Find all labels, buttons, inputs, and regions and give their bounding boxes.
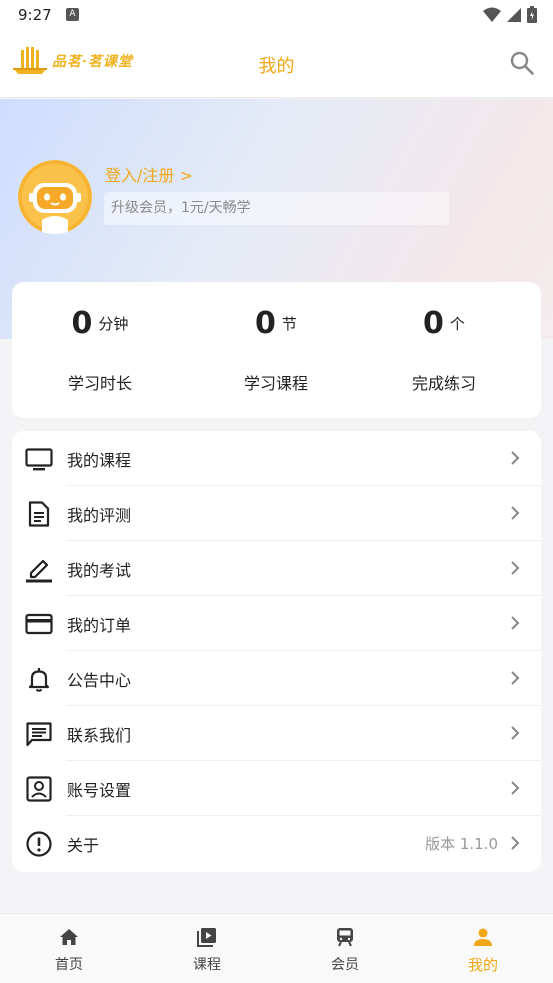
menu-item-label: 公告中心 <box>67 671 132 690</box>
chevron-right-icon <box>511 671 520 685</box>
menu-item-label: 我的评测 <box>67 506 132 525</box>
stat-unit: 节 <box>281 315 297 333</box>
tab-courses[interactable]: 课程 <box>138 914 276 983</box>
tv-icon <box>25 448 53 471</box>
app-header: 品茗·茗课堂 我的 <box>0 30 553 98</box>
wifi-icon <box>483 7 501 22</box>
chevron-right-icon <box>511 451 520 465</box>
chat-icon <box>26 722 52 747</box>
stat-study-courses: 0节 学习课程 <box>188 282 364 418</box>
robot-avatar-icon <box>18 160 92 234</box>
page-title: 我的 <box>258 56 295 77</box>
menu-item-announcements[interactable]: 公告中心 <box>12 651 541 706</box>
person-icon <box>474 928 492 946</box>
menu-item-label: 我的课程 <box>67 451 132 470</box>
search-icon[interactable] <box>509 50 535 76</box>
chevron-right-icon <box>511 836 520 850</box>
signal-icon <box>507 7 521 22</box>
battery-icon <box>527 6 537 23</box>
bottom-tab-bar: 首页 课程 会员 我的 <box>0 913 553 983</box>
stat-unit: 个 <box>449 315 465 333</box>
menu-item-label: 我的订单 <box>67 616 132 635</box>
stat-study-duration: 0 分钟 学习时长 <box>12 282 188 418</box>
tab-label: 我的 <box>467 956 498 974</box>
chevron-right-icon <box>511 616 520 630</box>
menu-list: 我的课程 我的评测 我的考试 我的订单 公告中心 联系我们 账号设置 关于 版本… <box>12 431 541 872</box>
menu-item-my-exams[interactable]: 我的考试 <box>12 541 541 596</box>
stats-card: 0 分钟 学习时长 0节 学习课程 0个 完成练习 <box>12 282 541 418</box>
chevron-right-icon <box>511 781 520 795</box>
stat-unit: 分钟 <box>98 315 129 333</box>
vip-train-icon <box>337 928 353 947</box>
menu-item-about[interactable]: 关于 版本 1.1.0 <box>12 816 541 871</box>
stat-completed-exercises: 0个 完成练习 <box>356 282 532 418</box>
chevron-right-icon <box>511 561 520 575</box>
menu-item-account-settings[interactable]: 账号设置 <box>12 761 541 816</box>
avatar[interactable] <box>18 160 92 234</box>
tab-label: 会员 <box>331 957 359 973</box>
stat-value: 0 <box>71 306 93 341</box>
menu-item-my-courses[interactable]: 我的课程 <box>12 431 541 486</box>
menu-item-label: 联系我们 <box>67 726 132 745</box>
status-time: 9:27 <box>18 6 52 24</box>
menu-item-label: 关于 <box>67 836 100 855</box>
tab-label: 首页 <box>55 957 83 973</box>
home-icon <box>60 929 78 945</box>
info-icon <box>26 831 52 857</box>
menu-item-label: 我的考试 <box>67 561 132 580</box>
account-box-icon <box>26 776 52 802</box>
tab-mine[interactable]: 我的 <box>414 914 552 983</box>
menu-item-contact-us[interactable]: 联系我们 <box>12 706 541 761</box>
video-library-icon <box>197 928 216 947</box>
document-icon <box>28 501 50 527</box>
stat-label: 学习课程 <box>243 374 308 393</box>
status-icons <box>483 6 537 23</box>
stat-label: 完成练习 <box>411 374 476 393</box>
notification-icon: A <box>66 8 79 21</box>
stat-value: 0 <box>255 306 276 341</box>
tab-label: 课程 <box>193 957 221 973</box>
chevron-right-icon <box>511 506 520 520</box>
stat-value: 0 <box>423 306 444 341</box>
menu-item-my-orders[interactable]: 我的订单 <box>12 596 541 651</box>
pen-icon <box>26 559 52 583</box>
tab-home[interactable]: 首页 <box>0 914 138 983</box>
credit-card-icon <box>25 613 53 635</box>
app-version: 版本 1.1.0 <box>425 835 498 853</box>
status-bar: 9:27 A <box>0 0 553 30</box>
tab-membership[interactable]: 会员 <box>276 914 414 983</box>
chevron-right-icon <box>511 726 520 740</box>
login-register-link[interactable]: 登入/注册 > <box>105 162 193 186</box>
menu-item-label: 账号设置 <box>67 781 132 800</box>
stat-label: 学习时长 <box>67 374 132 393</box>
menu-item-my-assessments[interactable]: 我的评测 <box>12 486 541 541</box>
vip-upgrade-banner[interactable]: 升级会员，1元/天畅学 <box>104 192 449 225</box>
bell-icon <box>28 668 50 692</box>
